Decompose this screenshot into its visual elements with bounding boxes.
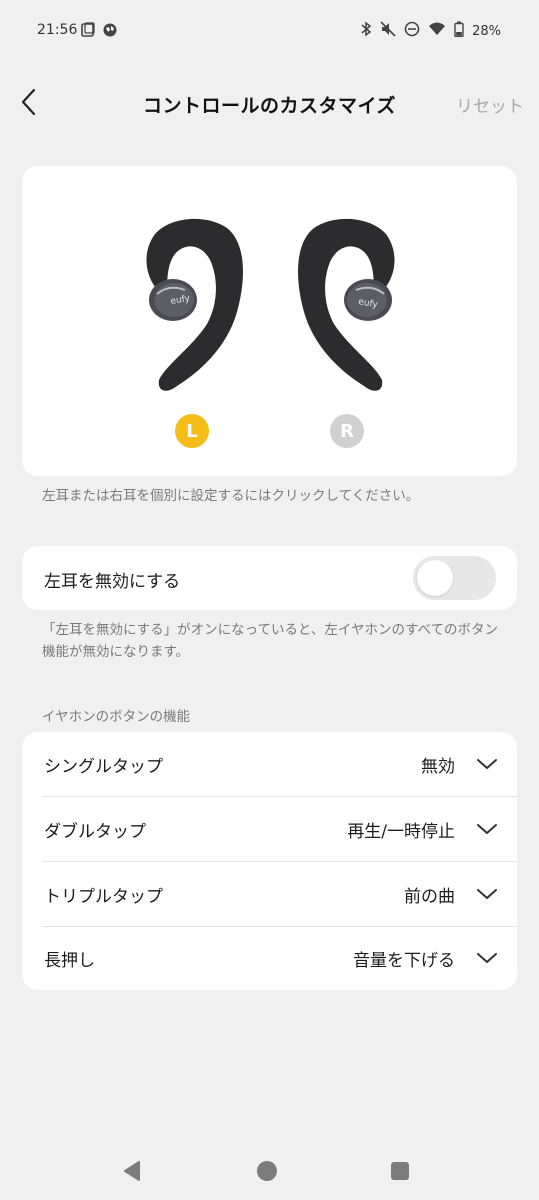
function-row-single-tap[interactable]: シングルタップ 無効	[22, 732, 517, 796]
function-value: 音量を下げる	[353, 951, 455, 971]
disable-left-ear-description: 「左耳を無効にする」がオンになっていると、左イヤホンのすべてのボタン機能が無効に…	[42, 622, 499, 660]
do-not-disturb-icon	[404, 21, 420, 41]
chevron-down-icon	[475, 882, 499, 906]
function-label: トリプルタップ	[44, 887, 163, 907]
globe-icon	[102, 22, 118, 42]
battery-icon	[454, 21, 464, 41]
function-label: 長押し	[44, 951, 95, 971]
battery-percent: 28%	[472, 23, 501, 39]
function-row-triple-tap[interactable]: トリプルタップ 前の曲	[22, 862, 517, 926]
earbud-selection-hint: 左耳または右耳を個別に設定するにはクリックしてください。	[42, 488, 420, 504]
disable-left-ear-toggle[interactable]	[413, 556, 496, 600]
chevron-down-icon	[475, 752, 499, 776]
button-functions-card: シングルタップ 無効 ダブルタップ 再生/一時停止 トリプルタップ 前の曲 長押…	[22, 732, 517, 990]
mute-icon	[380, 21, 396, 41]
chevron-down-icon	[475, 946, 499, 970]
function-label: シングルタップ	[44, 757, 163, 777]
reset-button[interactable]: リセット	[456, 92, 524, 117]
square-notification-icon	[80, 22, 96, 42]
left-earbud-image[interactable]: eufy	[137, 216, 249, 400]
system-navigation-bar	[0, 1140, 539, 1200]
recent-apps-square-icon[interactable]	[391, 1162, 409, 1180]
wifi-icon	[428, 21, 446, 41]
function-value: 前の曲	[404, 887, 455, 907]
status-bar: 21:56 28%	[0, 0, 539, 62]
back-triangle-icon[interactable]	[121, 1160, 143, 1186]
bluetooth-icon	[360, 21, 372, 41]
function-label: ダブルタップ	[44, 822, 146, 842]
function-row-long-press[interactable]: 長押し 音量を下げる	[22, 926, 517, 990]
right-earbud-image[interactable]: eufy	[292, 216, 404, 400]
status-right-icons: 28%	[360, 21, 501, 41]
app-header: コントロールのカスタマイズ リセット	[0, 76, 539, 132]
left-earbud-badge[interactable]: L	[175, 414, 209, 448]
home-circle-icon[interactable]	[257, 1161, 277, 1181]
function-value: 無効	[421, 757, 455, 777]
toggle-knob	[417, 560, 453, 596]
function-value: 再生/一時停止	[347, 822, 455, 842]
chevron-down-icon	[475, 817, 499, 841]
button-functions-section-title: イヤホンのボタンの機能	[42, 709, 191, 725]
status-time: 21:56	[37, 22, 78, 38]
disable-left-ear-label: 左耳を無効にする	[44, 572, 181, 592]
function-row-double-tap[interactable]: ダブルタップ 再生/一時停止	[22, 797, 517, 861]
status-left-icons	[80, 22, 118, 42]
right-earbud-badge[interactable]: R	[330, 414, 364, 448]
earbud-selector-card: eufy eufy L R	[22, 166, 517, 476]
disable-left-ear-card: 左耳を無効にする	[22, 546, 517, 610]
